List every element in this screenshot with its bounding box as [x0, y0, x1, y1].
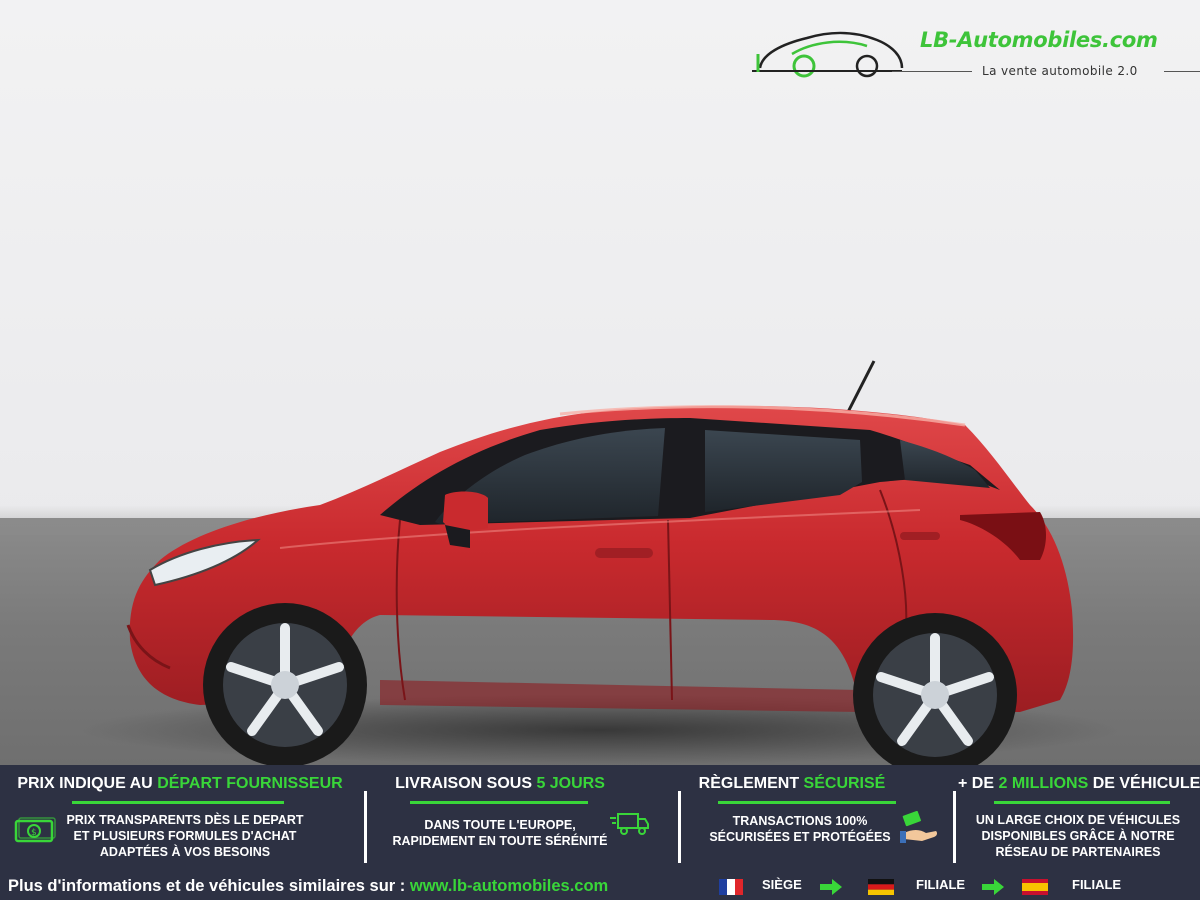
- germany-flag-icon: [868, 879, 894, 895]
- info-banner: PRIX INDIQUE AU DÉPART FOURNISSEUR $ PRI…: [0, 765, 1200, 900]
- payment-hand-icon: [900, 811, 938, 843]
- spain-flag-icon: [1022, 879, 1048, 895]
- feature-description: UN LARGE CHOIX DE VÉHICULES DISPONIBLES …: [975, 813, 1181, 859]
- feature-description: TRANSACTIONS 100% SÉCURISÉES ET PROTÉGÉE…: [709, 814, 891, 844]
- location-label: FILIALE: [1072, 877, 1122, 892]
- logo-tagline: La vente automobile 2.0: [982, 64, 1138, 78]
- arrow-right-icon: [820, 879, 842, 895]
- feature-description: DANS TOUTE L'EUROPE, RAPIDEMENT EN TOUTE…: [392, 818, 608, 848]
- svg-text:$: $: [31, 828, 37, 838]
- logo-name: LB-Automobiles.com: [920, 28, 1158, 52]
- feature-title: LIVRAISON SOUS 5 JOURS: [395, 775, 605, 792]
- feature-title: + DE 2 MILLIONS DE VÉHICULES: [958, 775, 1200, 792]
- car-photo: [0, 0, 1200, 765]
- money-icon: $: [14, 817, 56, 843]
- arrow-right-icon: [982, 879, 1004, 895]
- feature-payment: RÈGLEMENT SÉCURISÉ TRANSACTIONS 100% SÉC…: [690, 765, 950, 865]
- location-label: FILIALE: [916, 877, 966, 892]
- feature-vehicles: + DE 2 MILLIONS DE VÉHICULES UN LARGE CH…: [958, 765, 1200, 865]
- website-link[interactable]: www.lb-automobiles.com: [410, 877, 608, 895]
- feature-delivery: LIVRAISON SOUS 5 JOURS DANS TOUTE L'EURO…: [370, 765, 670, 865]
- feature-description: PRIX TRANSPARENTS DÈS LE DEPART ET PLUSI…: [66, 813, 304, 859]
- red-hatchback-car: [80, 360, 1120, 765]
- feature-price: PRIX INDIQUE AU DÉPART FOURNISSEUR $ PRI…: [10, 765, 350, 865]
- feature-title: PRIX INDIQUE AU DÉPART FOURNISSEUR: [17, 775, 343, 792]
- footer-info: Plus d'informations et de véhicules simi…: [8, 877, 609, 895]
- location-label: SIÈGE: [762, 877, 802, 892]
- france-flag-icon: [719, 879, 743, 895]
- company-logo[interactable]: LB-Automobiles.com La vente automobile 2…: [752, 24, 1200, 84]
- feature-title: RÈGLEMENT SÉCURISÉ: [698, 775, 886, 792]
- car-outline-icon: [752, 31, 904, 78]
- delivery-truck-icon: [610, 813, 649, 835]
